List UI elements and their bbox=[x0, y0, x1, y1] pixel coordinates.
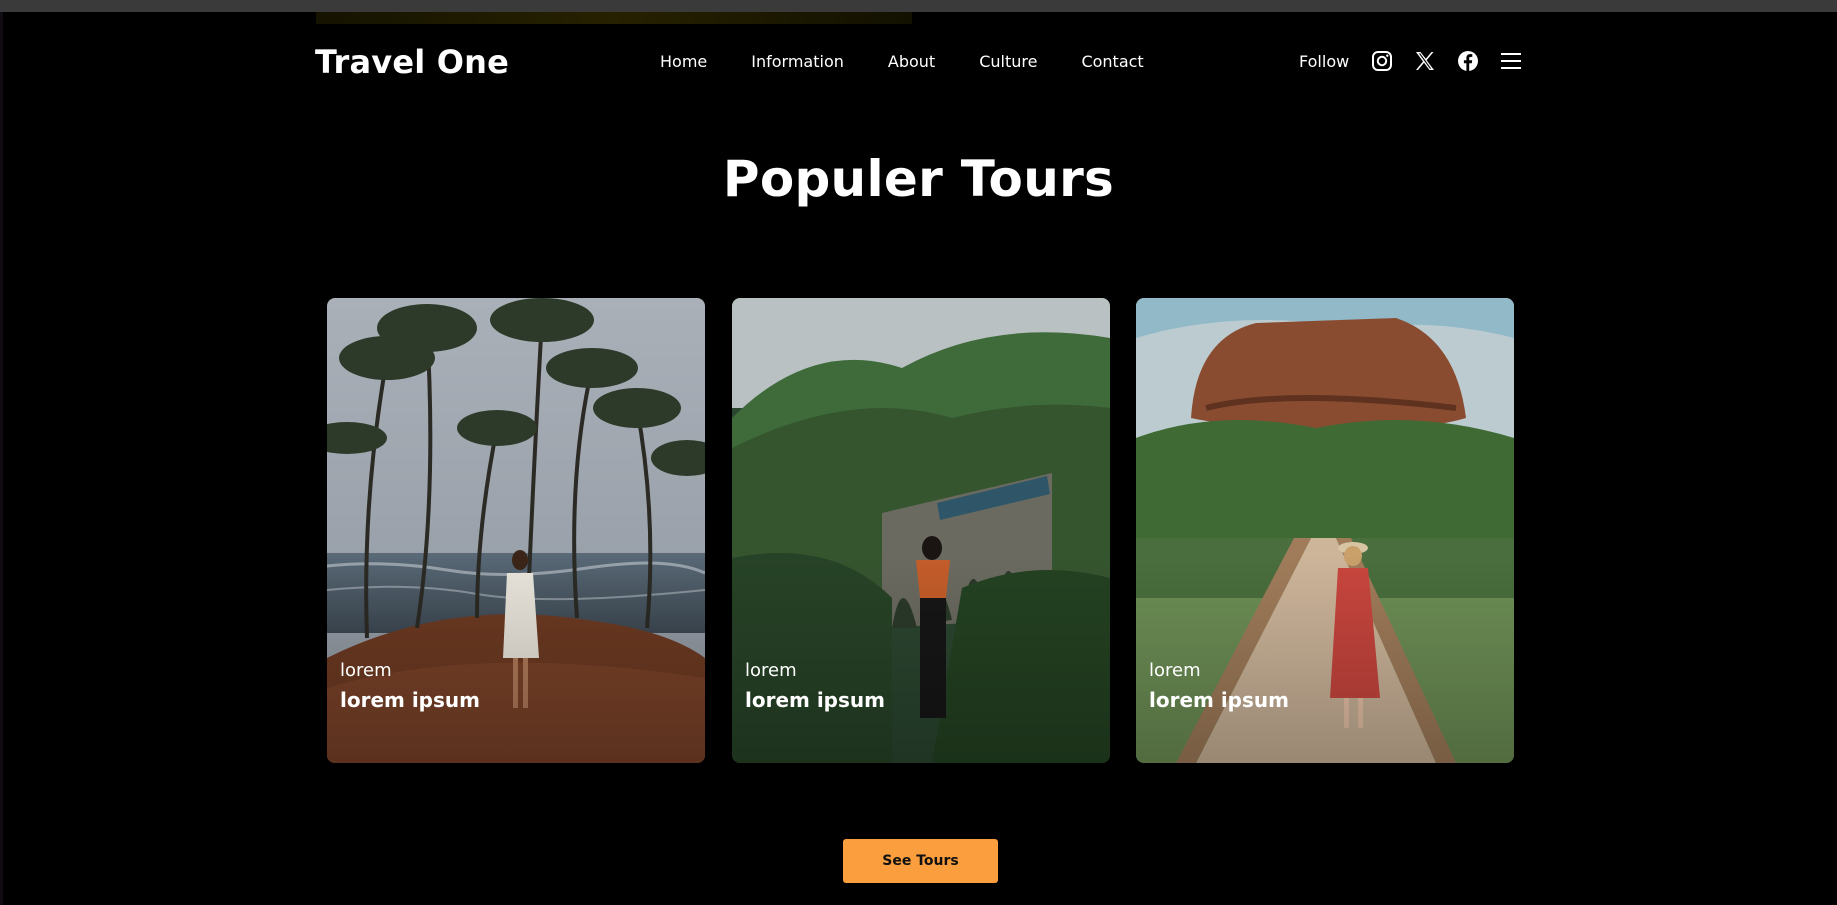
browser-top-strip bbox=[0, 0, 1837, 24]
nav-about[interactable]: About bbox=[888, 52, 935, 71]
facebook-icon[interactable] bbox=[1456, 49, 1480, 73]
brand-logo[interactable]: Travel One bbox=[315, 43, 509, 81]
nav-culture[interactable]: Culture bbox=[979, 52, 1037, 71]
card-subtitle: lorem bbox=[1149, 660, 1201, 681]
instagram-icon[interactable] bbox=[1370, 49, 1394, 73]
left-edge bbox=[0, 12, 3, 905]
x-icon[interactable] bbox=[1413, 49, 1437, 73]
card-title: lorem ipsum bbox=[745, 688, 885, 712]
main-nav: Home Information About Culture Contact bbox=[660, 52, 1188, 71]
nav-information[interactable]: Information bbox=[751, 52, 844, 71]
card-subtitle: lorem bbox=[745, 660, 797, 681]
card-subtitle: lorem bbox=[340, 660, 392, 681]
card-title: lorem ipsum bbox=[1149, 688, 1289, 712]
menu-icon[interactable] bbox=[1499, 49, 1523, 73]
tour-card[interactable]: lorem lorem ipsum bbox=[1136, 298, 1514, 763]
nav-contact[interactable]: Contact bbox=[1081, 52, 1143, 71]
tour-card[interactable]: lorem lorem ipsum bbox=[732, 298, 1110, 763]
nav-home[interactable]: Home bbox=[660, 52, 707, 71]
card-title: lorem ipsum bbox=[340, 688, 480, 712]
see-tours-button[interactable]: See Tours bbox=[843, 839, 998, 883]
site-header: Travel One Home Information About Cultur… bbox=[0, 36, 1837, 88]
tour-card[interactable]: lorem lorem ipsum bbox=[327, 298, 705, 763]
top-glow bbox=[316, 12, 912, 24]
section-heading: Populer Tours bbox=[722, 150, 1115, 208]
follow-label: Follow bbox=[1299, 52, 1350, 71]
